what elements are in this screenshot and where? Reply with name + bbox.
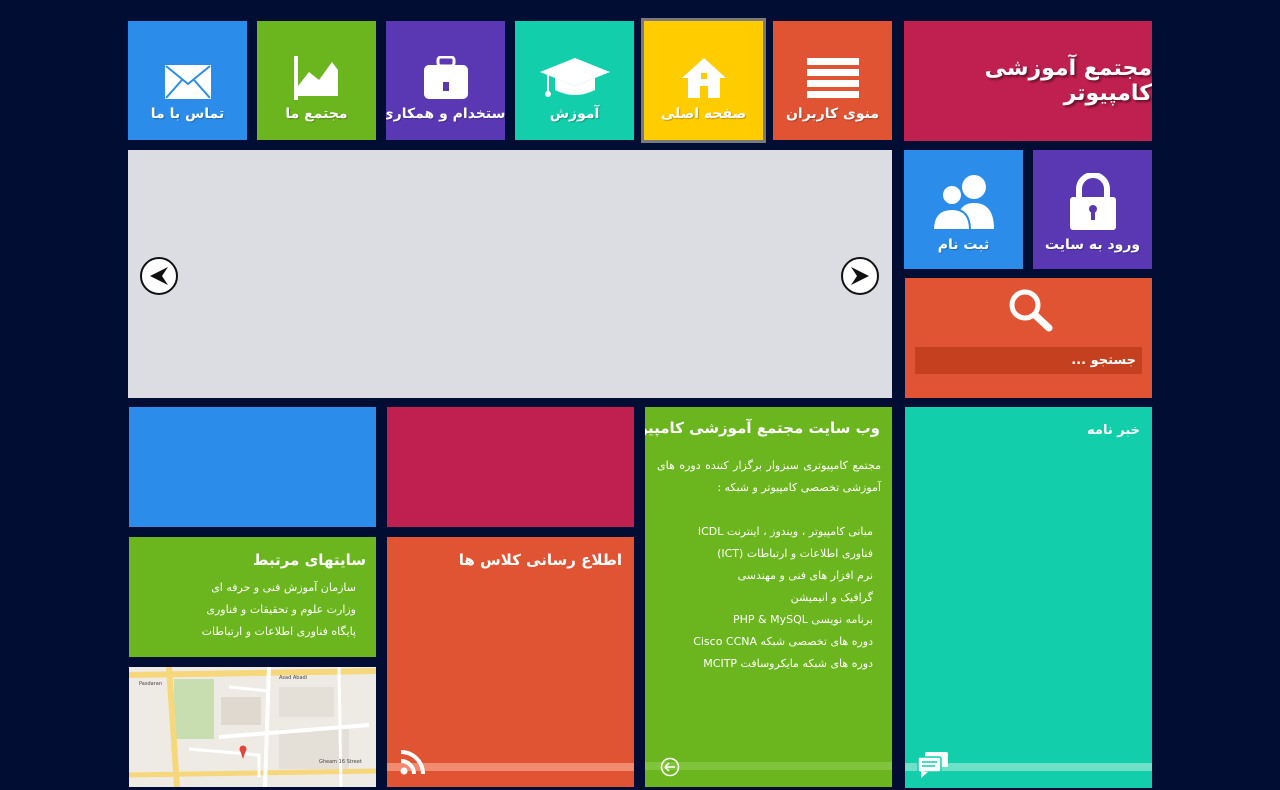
graduation-cap-icon — [539, 58, 610, 97]
nav-tile-home[interactable]: صفحه اصلی — [641, 18, 766, 143]
related-site-link[interactable]: پایگاه فناوری اطلاعات و ارتباطات — [202, 621, 356, 643]
slider-prev-button[interactable] — [140, 257, 178, 295]
nav-label-contact: تماس با ما — [150, 106, 225, 122]
arrow-left-icon — [150, 267, 168, 285]
search-box — [915, 347, 1142, 374]
blue-info-tile[interactable] — [129, 407, 376, 527]
course-item: برنامه نویسی PHP & MySQL — [732, 613, 873, 626]
chart-icon — [293, 56, 338, 100]
course-item: نرم افزار های فنی و مهندسی — [737, 569, 873, 582]
nav-label-education: آموزش — [549, 106, 600, 122]
course-item: مبانی کامپیوتر ، ویندوز ، اینترنت ICDL — [697, 525, 873, 538]
courses-list: مبانی کامپیوتر ، ویندوز ، اینترنت ICDL ف… — [693, 521, 873, 675]
register-tile[interactable]: ثبت نام — [904, 150, 1023, 269]
nav-tile-jobs[interactable]: استخدام و همکاری — [386, 21, 505, 140]
related-sites-title: سایتهای مرتبط — [252, 551, 366, 569]
related-sites-tile: سایتهای مرتبط سازمان آموزش فنی و حرفه ای… — [129, 537, 376, 657]
location-map[interactable]: Asad Abadi Gheam 16 Street Pasdaran — [129, 667, 376, 787]
course-item: دوره های شبکه مایکروسافت MCITP — [703, 657, 873, 670]
search-tile — [905, 278, 1152, 398]
related-sites-list: سازمان آموزش فنی و حرفه ای وزارت علوم و … — [202, 577, 356, 643]
search-input[interactable] — [915, 353, 1136, 368]
map-label: Asad Abadi — [279, 675, 307, 681]
lock-icon — [1069, 173, 1116, 230]
mail-icon — [164, 65, 211, 99]
login-tile[interactable]: ورود به سایت — [1033, 150, 1152, 269]
course-item: فناوری اطلاعات و ارتباطات (ICT) — [717, 547, 873, 560]
newsletter-title: خبر نامه — [1087, 423, 1140, 438]
login-label: ورود به سایت — [1044, 237, 1141, 253]
image-slider — [128, 150, 892, 398]
related-site-link[interactable]: سازمان آموزش فنی و حرفه ای — [202, 577, 356, 599]
rss-icon[interactable] — [400, 749, 426, 775]
briefcase-icon — [423, 56, 468, 99]
nav-label-home: صفحه اصلی — [660, 106, 747, 122]
circle-arrow-icon[interactable] — [660, 757, 680, 777]
class-news-title: اطلاع رسانی کلاس ها — [458, 551, 622, 569]
slider-next-button[interactable] — [841, 257, 879, 295]
nav-label-users-menu: منوی کاربران — [785, 106, 880, 122]
nav-tile-users-menu[interactable]: منوی کاربران — [773, 21, 892, 140]
home-icon — [681, 58, 726, 98]
nav-tile-education[interactable]: آموزش — [515, 21, 634, 140]
site-brand-tile[interactable]: مجتمع آموزشی کامپیوتر — [904, 21, 1152, 141]
map-graphic: Asad Abadi Gheam 16 Street Pasdaran — [129, 667, 376, 787]
nav-label-jobs: استخدام و همکاری — [386, 106, 505, 122]
site-title: مجتمع آموزشی کامپیوتر — [984, 56, 1152, 106]
magenta-info-tile[interactable] — [387, 407, 634, 527]
welcome-intro: مجتمع کامپیوتری سبزوار برگزار کننده دوره… — [657, 459, 881, 494]
search-icon — [1009, 289, 1053, 332]
nav-tile-contact[interactable]: تماس با ما — [128, 21, 247, 140]
register-label: ثبت نام — [937, 237, 990, 253]
arrow-right-icon — [851, 267, 869, 285]
course-item: گرافیک و انیمیشن — [790, 591, 873, 604]
related-site-link[interactable]: وزارت علوم و تحقیقات و فناوری — [202, 599, 356, 621]
nav-tile-about[interactable]: مجتمع ما — [257, 21, 376, 140]
nav-label-about: مجتمع ما — [285, 106, 348, 122]
chat-icon[interactable] — [917, 751, 949, 779]
menu-icon — [806, 58, 859, 98]
map-label: Pasdaran — [139, 681, 162, 687]
welcome-tile: وب سایت مجتمع آموزشی کامپیوتر مجتمع کامپ… — [645, 407, 892, 787]
class-news-tile: اطلاع رسانی کلاس ها — [387, 537, 634, 787]
welcome-bar — [645, 762, 892, 770]
users-icon — [931, 175, 994, 231]
newsletter-tile: خبر نامه — [905, 407, 1152, 788]
welcome-title: وب سایت مجتمع آموزشی کامپیوتر — [645, 419, 880, 437]
course-item: دوره های تخصصی شبکه Cisco CCNA — [693, 635, 873, 648]
map-label: Gheam 16 Street — [319, 759, 362, 765]
